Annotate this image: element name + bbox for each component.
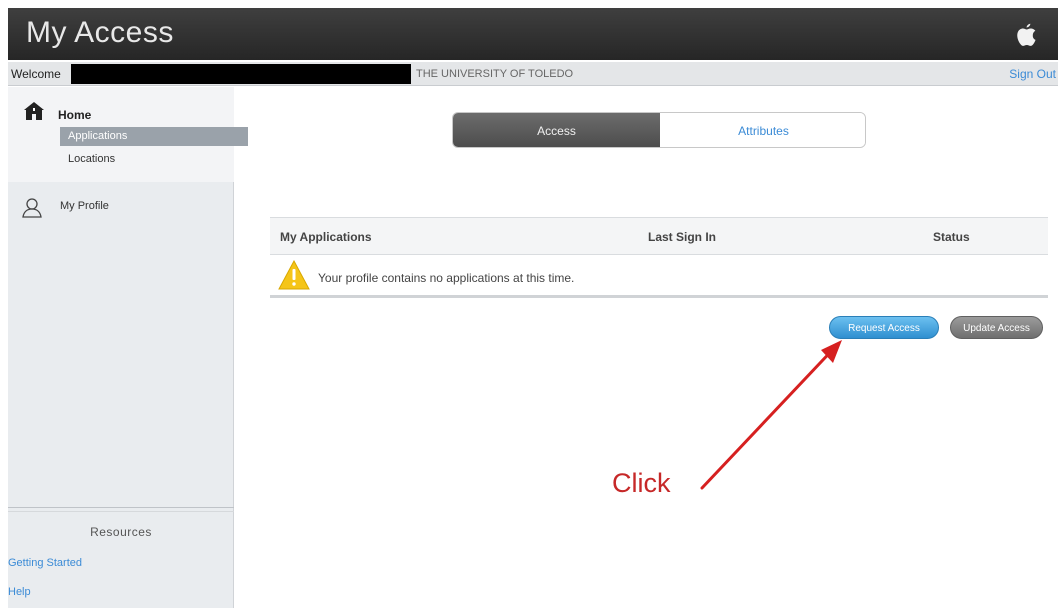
update-access-button[interactable]: Update Access [950,316,1043,339]
sidebar-item-applications[interactable]: Applications [60,127,248,146]
sidebar: Home Applications Locations My Profile R… [8,87,248,608]
help-link[interactable]: Help [8,586,31,598]
apple-logo-icon [1017,23,1036,46]
home-icon [24,102,44,120]
warning-icon [278,260,310,290]
resources-title: Resources [90,525,152,539]
table-row: Your profile contains no applications at… [270,256,1048,298]
user-icon [22,198,42,218]
redacted-username [71,64,411,84]
university-name: THE UNIVERSITY OF TOLEDO [416,68,574,80]
tab-attributes[interactable]: Attributes [660,113,865,147]
resources-divider [8,511,234,512]
sidebar-item-my-profile[interactable]: My Profile [60,200,109,212]
sidebar-item-label: Applications [68,130,128,142]
empty-message: Your profile contains no applications at… [318,271,575,285]
resources-divider [8,507,234,508]
column-header-status: Status [933,230,970,244]
getting-started-link[interactable]: Getting Started [8,557,82,569]
welcome-label: Welcome [11,67,61,81]
annotation-arrow [700,340,842,490]
welcome-bar: Welcome THE UNIVERSITY OF TOLEDO Sign Ou… [8,62,1058,86]
home-section: Home Applications Locations [8,87,248,182]
app-title: My Access [26,16,174,49]
nav-home[interactable]: Home [58,108,91,122]
column-header-my-applications: My Applications [280,230,372,244]
column-header-last-sign-in: Last Sign In [648,230,717,244]
annotation-click-label: Click [612,468,671,498]
tab-access[interactable]: Access [453,113,660,147]
app-window: My Access Welcome THE UNIVERSITY OF TOLE… [0,0,1058,608]
sidebar-item-locations[interactable]: Locations [68,153,115,165]
tab-group: Access Attributes [452,112,866,148]
table-header: My Applications Last Sign In Status [270,217,1048,255]
sign-out-link[interactable]: Sign Out [1009,67,1056,81]
title-bar: My Access [8,8,1058,60]
